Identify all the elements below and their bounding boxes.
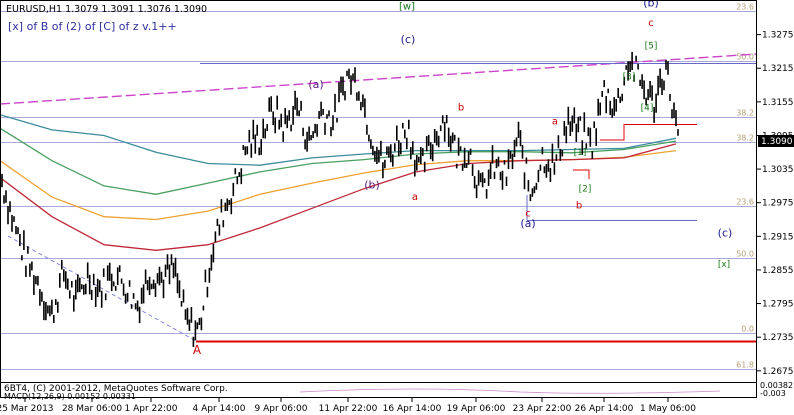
- x-tick-label: 19 Apr 06:00: [447, 404, 506, 414]
- wave-label: (b): [364, 179, 380, 192]
- wave-label: b: [458, 102, 464, 113]
- x-tick-label: 1 Apr 22:00: [125, 404, 178, 414]
- y-tick-label: 1.2735: [762, 333, 794, 343]
- fib-level-label: 0.0: [741, 325, 754, 334]
- wave-label: a: [552, 116, 558, 127]
- wave-label: b: [576, 200, 582, 211]
- fib-level-label: 61.8: [736, 361, 754, 370]
- wave-label: [1]: [574, 148, 587, 158]
- x-tick-label: 26 Apr 14:00: [575, 404, 634, 414]
- chart-background: [0, 0, 794, 415]
- x-tick-label: 4 Apr 14:00: [193, 404, 246, 414]
- indicator-tick-bottom: -0.003: [760, 389, 786, 398]
- current-price-label: 1.3090: [761, 137, 793, 147]
- y-tick-label: 1.2915: [762, 232, 794, 242]
- wave-label: (a): [520, 217, 535, 230]
- y-tick-label: 1.2675: [762, 367, 794, 377]
- y-tick-label: 1.3275: [762, 31, 794, 41]
- fib-level-label: 23.6: [736, 198, 754, 207]
- wave-label: (c): [718, 226, 733, 239]
- wave-label: A: [193, 343, 202, 357]
- chart-root: 23.6 50.0 38.2 38.2 23.6 50.0 0.0 61.8 (b) [w] c (…: [0, 0, 794, 415]
- wave-label: (c): [401, 33, 416, 46]
- fib-level-label: 38.2: [736, 109, 754, 118]
- y-tick-label: 1.3215: [762, 64, 794, 74]
- wave-label: (b): [643, 0, 659, 10]
- wave-label: [x]: [718, 260, 730, 270]
- x-tick-label: 25 Mar 2013: [0, 404, 54, 414]
- x-tick-label: 28 Mar 06:00: [62, 404, 122, 414]
- wave-label: c: [648, 18, 654, 29]
- fib-level-label: 50.0: [736, 250, 754, 259]
- fib-level-label: 38.2: [736, 134, 754, 143]
- y-tick-label: 1.3155: [762, 98, 794, 108]
- eurusd-chart: 23.6 50.0 38.2 38.2 23.6 50.0 0.0 61.8 (b) [w] c (…: [0, 0, 794, 415]
- fib-level-label: 50.0: [736, 53, 754, 62]
- wave-label: [w]: [399, 1, 415, 12]
- x-tick-label: 16 Apr 14:00: [383, 404, 442, 414]
- wave-label: [5]: [645, 42, 658, 52]
- x-tick-label: 1 May 06:00: [640, 404, 696, 414]
- current-price-tag: 1.3090: [758, 135, 794, 147]
- wave-label: [2]: [579, 185, 592, 195]
- x-tick-label: 9 Apr 06:00: [255, 404, 308, 414]
- chart-subtitle: [x] of B of (2) of [C] of z v.1++: [8, 20, 177, 33]
- y-tick-label: 1.2975: [762, 199, 794, 209]
- wave-label: (a): [308, 78, 323, 91]
- x-tick-label: 11 Apr 22:00: [319, 404, 378, 414]
- y-tick-label: 1.2855: [762, 266, 794, 276]
- y-tick-label: 1.3035: [762, 165, 794, 175]
- wave-label: [4]: [641, 103, 654, 113]
- indicator-label: MACD(12,26,9) 0.00152 0.00331: [4, 392, 136, 401]
- wave-label: [3]: [623, 72, 636, 82]
- fib-level-label: 23.6: [736, 3, 754, 12]
- y-tick-label: 1.2795: [762, 300, 794, 310]
- symbol-header: EURUSD,H1 1.3079 1.3091 1.3076 1.3090: [6, 4, 207, 15]
- x-tick-label: 23 Apr 22:00: [513, 404, 572, 414]
- wave-label: a: [412, 192, 418, 203]
